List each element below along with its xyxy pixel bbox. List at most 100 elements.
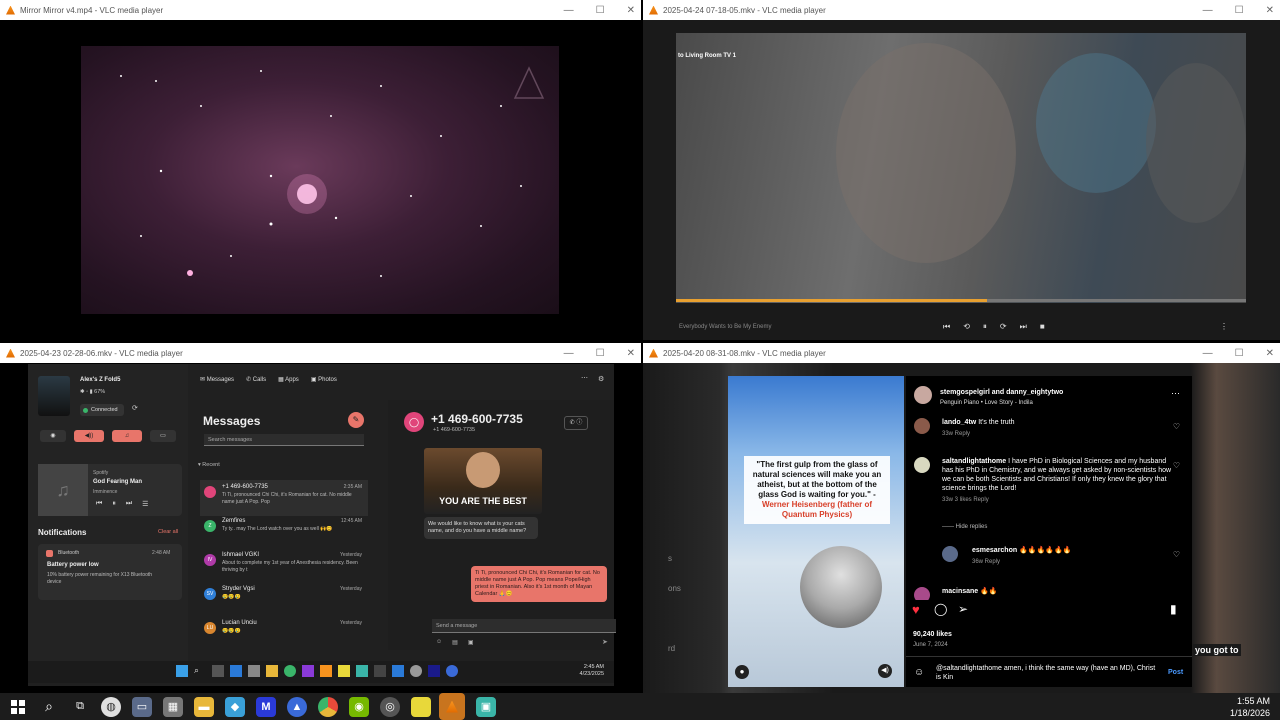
sticky-notes-icon[interactable] [411,696,431,717]
comment-meta[interactable]: 33w 3 likes Reply [942,496,1174,505]
maximize-button[interactable]: ☐ [596,348,605,359]
minimize-button[interactable]: — [564,5,574,16]
app-icon[interactable]: ▲ [287,696,307,717]
comment-user[interactable]: lando_4tw [942,419,976,426]
app-icon[interactable]: ▦ [163,696,183,717]
nvidia-icon[interactable]: ◉ [349,696,369,717]
header-users[interactable]: stemgospelgirl and danny_eightytwo [940,389,1063,396]
maximize-button[interactable]: ☐ [1235,348,1244,359]
cast-button[interactable]: ▭ [150,430,176,442]
vlc-window-top-right[interactable]: 2025-04-24 07-18-05.mkv - VLC media play… [643,0,1280,340]
clear-all-link[interactable]: Clear all [158,529,178,535]
video-area[interactable] [0,20,641,340]
pause-icon[interactable]: ⏸ [983,322,987,332]
phone-link-icon[interactable]: ▣ [476,696,496,717]
comment-input[interactable]: @saltandlightathome amen, i think the sa… [936,664,1158,682]
like-comment-icon[interactable]: ♡ [1173,461,1180,470]
new-message-button[interactable]: ✎ [348,412,364,428]
conversation-item[interactable]: IV Ishmael VGKI Yesterday About to complete… [200,548,368,584]
pause-icon[interactable]: ⏸ [112,500,116,508]
notification-card[interactable]: Bluetooth 2:48 AM Battery power low 10% … [38,544,182,600]
system-clock[interactable]: 1:55 AM 1/18/2026 [1230,695,1270,719]
close-button[interactable]: ✕ [1266,348,1274,359]
comment-meta[interactable]: 33w Reply [942,430,1174,439]
like-heart-icon[interactable]: ♥ [912,602,920,617]
emoji-icon[interactable]: ☺ [914,667,924,678]
comment-icon[interactable]: ◯ [934,602,947,616]
minimize-button[interactable]: — [1203,5,1213,16]
settings-icon[interactable]: ⚙ [598,375,604,383]
repeat-icon[interactable]: ⟲ [963,322,970,332]
loop-icon[interactable]: ⟳ [1000,322,1007,332]
playlist-icon[interactable]: ☰ [142,500,148,508]
search-icon[interactable]: ⌕ [39,697,59,717]
comment-user[interactable]: esmesarchon [972,547,1017,554]
search-input[interactable]: Search messages [204,434,364,446]
minimize-button[interactable]: — [1203,348,1213,359]
start-windows-icon[interactable] [8,697,28,717]
previous-icon[interactable]: ⏮ [96,500,102,508]
maximize-button[interactable]: ☐ [1235,5,1244,16]
close-button[interactable]: ✕ [1266,5,1274,16]
share-icon[interactable]: ➢ [958,602,968,616]
vlc-icon[interactable] [439,693,465,720]
app-icon[interactable]: ◎ [380,696,400,717]
send-icon[interactable]: ➤ [602,638,608,646]
music-button[interactable]: ♫ [112,430,142,442]
reel-media[interactable]: "The first gulp from the glass of natura… [728,376,904,687]
conversation-item[interactable]: Z Zemfires 12:45 AM Ty ty.. may The Lord wa… [200,514,368,550]
emoji-icon[interactable]: ☺ [436,639,442,646]
progress-track[interactable] [676,299,1246,302]
chrome-icon[interactable] [318,696,338,717]
save-icon[interactable]: ▮ [1170,602,1177,616]
like-comment-icon[interactable]: ♡ [1173,422,1180,431]
vlc-window-top-left[interactable]: Mirror Mirror v4.mp4 - VLC media player … [0,0,641,340]
comment-user[interactable]: saltandlightathome [942,458,1006,465]
task-view-icon[interactable]: ⧉ [70,697,90,717]
sound-icon[interactable]: ◀) [878,664,892,678]
image-icon[interactable]: ▣ [468,639,474,646]
header-song[interactable]: Penguin Piano • Love Story - Indila [940,400,1033,406]
tab-apps[interactable]: ▦ Apps [278,376,299,383]
maximize-button[interactable]: ☐ [596,5,605,16]
dnd-button[interactable]: ◉ [40,430,66,442]
comment-user[interactable]: macinsane [942,588,978,595]
hide-replies[interactable]: —— Hide replies [942,524,987,530]
previous-icon[interactable]: ⏮ [943,322,950,332]
like-comment-icon[interactable]: ♡ [1173,550,1180,559]
post-button[interactable]: Post [1168,669,1183,676]
title-bar[interactable]: 2025-04-20 08-31-08.mkv - VLC media play… [643,343,1280,363]
more-icon[interactable]: ⋯ [581,374,588,382]
chrome-dev-icon[interactable]: ◍ [101,696,121,717]
tab-calls[interactable]: ✆ Calls [246,376,266,383]
conversation-item[interactable]: SV Stryder Vgsi Yesterday 😢😢😢 [200,582,368,618]
send-input[interactable]: Send a message [432,619,616,633]
more-icon[interactable]: ⋮ [1220,322,1228,331]
minimize-button[interactable]: — [564,348,574,359]
close-button[interactable]: ✕ [627,348,635,359]
gif-icon[interactable]: ▤ [452,639,458,646]
close-button[interactable]: ✕ [627,5,635,16]
title-bar[interactable]: 2025-04-24 07-18-05.mkv - VLC media play… [643,0,1280,20]
video-area[interactable]: to Living Room TV 1 Everybody Wants to B… [643,20,1280,340]
next-icon[interactable]: ⏭ [1020,322,1027,332]
stop-icon[interactable]: ■ [1040,322,1045,332]
next-icon[interactable]: ⏭ [126,500,132,508]
connected-badge[interactable]: Connected [80,404,124,416]
conversation-item[interactable]: LU Lucian Unciu Yesterday 😢😢😢 [200,616,368,652]
volume-button[interactable]: ◀)) [74,430,104,442]
tab-messages[interactable]: ✉ Messages [200,376,234,383]
conversation-item[interactable]: +1 469-600-7735 2:35 AM Ti Ti, pronounced … [200,480,368,516]
app-icon[interactable]: ◆ [225,696,245,717]
call-button[interactable]: ✆ ⓘ [564,416,588,430]
app-icon[interactable]: ▭ [132,696,152,717]
profile-icon[interactable]: ● [735,665,749,679]
title-bar[interactable]: 2025-04-23 02-28-06.mkv - VLC media play… [0,343,641,363]
more-options-icon[interactable]: ⋯ [1171,388,1180,399]
tab-photos[interactable]: ▣ Photos [311,376,337,383]
title-bar[interactable]: Mirror Mirror v4.mp4 - VLC media player … [0,0,641,20]
m-app-icon[interactable]: M [256,696,276,717]
comment-meta[interactable]: 36w Reply [972,558,1172,567]
file-explorer-icon[interactable]: ▬ [194,696,214,717]
refresh-icon[interactable]: ⟳ [132,404,138,412]
